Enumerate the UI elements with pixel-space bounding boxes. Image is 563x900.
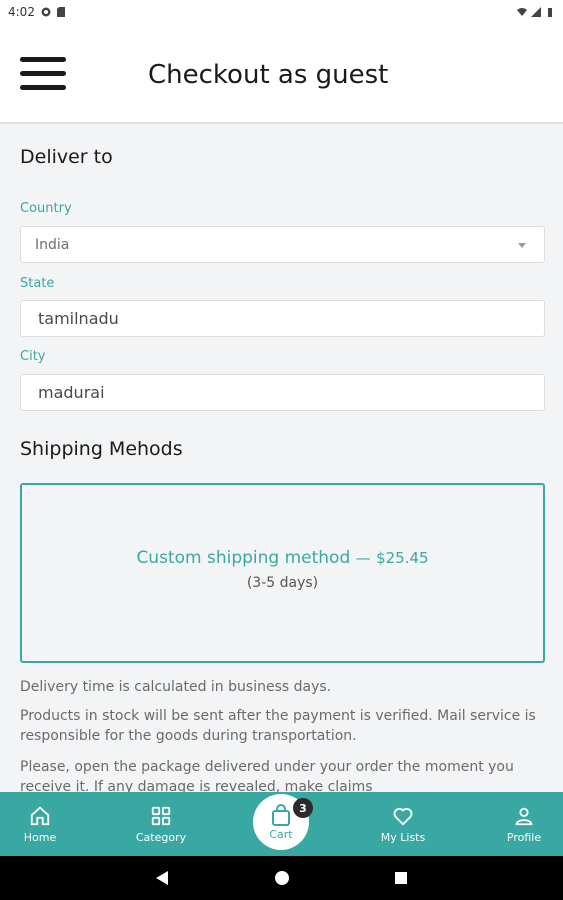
nav-home-label: Home xyxy=(23,830,57,844)
state-value: tamilnadu xyxy=(38,309,119,328)
country-select[interactable]: India xyxy=(20,226,545,263)
state-input[interactable]: tamilnadu xyxy=(20,300,545,337)
recents-square-icon xyxy=(395,872,407,884)
status-bar: 4:02 xyxy=(0,0,563,24)
status-left: 4:02 xyxy=(8,5,67,19)
recents-button[interactable] xyxy=(379,856,423,900)
shipping-methods-title: Shipping Mehods xyxy=(20,438,183,460)
nav-category-label: Category xyxy=(135,830,187,844)
shopping-bag-icon xyxy=(272,803,290,826)
shipping-method-line: Custom shipping method — $25.45 xyxy=(22,548,543,568)
battery-icon xyxy=(548,8,552,17)
city-label: City xyxy=(20,349,46,364)
system-nav-bar xyxy=(0,856,563,900)
signal-icon xyxy=(531,7,541,17)
delivery-note-1: Delivery time is calculated in business … xyxy=(20,679,332,695)
country-value: India xyxy=(35,236,70,253)
status-time: 4:02 xyxy=(8,5,35,19)
home-circle-icon xyxy=(275,871,289,885)
shipping-method-days: (3-5 days) xyxy=(246,575,319,591)
back-button[interactable] xyxy=(140,856,184,900)
grid-icon xyxy=(151,806,171,825)
nav-profile-label: Profile xyxy=(506,830,542,844)
back-triangle-icon xyxy=(156,871,168,885)
state-label: State xyxy=(20,276,55,291)
city-input[interactable]: madurai xyxy=(20,374,545,411)
delivery-note-3: Please, open the package delivered under… xyxy=(20,759,514,792)
hamburger-menu-icon[interactable] xyxy=(20,57,66,91)
app-notification-icon xyxy=(41,7,51,17)
heart-icon xyxy=(393,807,413,826)
status-right xyxy=(517,7,555,17)
user-icon xyxy=(515,807,533,825)
home-system-button[interactable] xyxy=(260,856,304,900)
deliver-to-title: Deliver to xyxy=(20,146,113,168)
country-label: Country xyxy=(20,201,72,216)
app-header: Checkout as guest xyxy=(0,24,563,124)
shipping-method-separator: — xyxy=(355,549,371,567)
nav-cart-label: Cart xyxy=(269,827,293,841)
nav-category[interactable]: Category xyxy=(126,792,196,856)
checkout-content[interactable]: Deliver to Country India State tamilnadu… xyxy=(0,126,563,792)
nav-home[interactable]: Home xyxy=(10,792,70,856)
wifi-icon xyxy=(517,8,527,16)
shipping-method-price: $25.45 xyxy=(376,549,429,567)
shipping-method-option[interactable]: Custom shipping method — $25.45 (3-5 day… xyxy=(20,483,545,663)
nav-my-lists-label: My Lists xyxy=(380,830,426,844)
sd-card-icon xyxy=(56,7,65,17)
shipping-method-name: Custom shipping method xyxy=(136,548,351,568)
nav-my-lists[interactable]: My Lists xyxy=(368,792,438,856)
dropdown-caret-icon xyxy=(518,243,526,248)
nav-profile[interactable]: Profile xyxy=(494,792,554,856)
cart-count-badge: 3 xyxy=(293,798,313,818)
delivery-note-2: Products in stock will be sent after the… xyxy=(20,708,536,744)
home-icon xyxy=(30,806,50,825)
city-value: madurai xyxy=(38,383,105,402)
page-title: Checkout as guest xyxy=(148,60,389,90)
